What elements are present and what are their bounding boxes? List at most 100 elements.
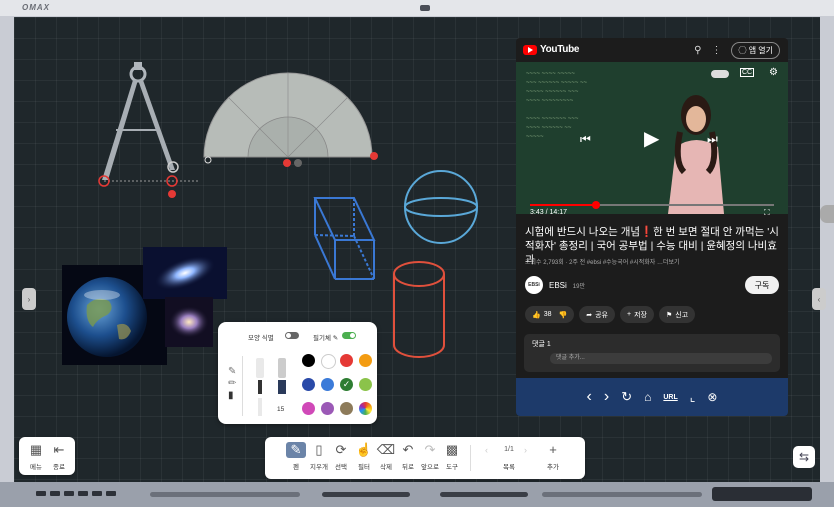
color-swatch[interactable] [321, 402, 334, 415]
cylinder-drawing [393, 261, 445, 358]
shape-recognition-toggle[interactable] [285, 332, 299, 339]
next-page-icon[interactable]: › [524, 445, 527, 455]
right-panel-handle[interactable]: ‹ [812, 288, 826, 310]
back-icon[interactable]: ‹ [587, 388, 592, 406]
right-side-knob[interactable] [820, 205, 834, 223]
galaxy-image[interactable] [143, 247, 227, 299]
pen-type-icons: ✎ ✏ ▮ [228, 366, 236, 402]
open-app-button[interactable]: ◯ 앱 열기 [731, 42, 780, 59]
clear-label: 삭제 [380, 464, 392, 471]
compass-tool[interactable] [98, 62, 200, 198]
play-icon[interactable]: ▶ [644, 126, 659, 151]
protractor-tool[interactable] [203, 72, 378, 167]
home-icon[interactable]: ⌂ [644, 390, 651, 404]
pen-pressure-toggle[interactable] [342, 332, 356, 339]
color-swatch[interactable] [302, 354, 315, 367]
add-page-button[interactable]: + 추가 [541, 442, 565, 471]
next-icon[interactable]: ⏭ [707, 132, 718, 147]
pen-size-value: 15 [277, 406, 285, 413]
plus-icon: + [627, 311, 632, 318]
toolbox-icon: ▩ [445, 442, 459, 457]
url-icon[interactable]: URL [663, 394, 677, 401]
progress-bar[interactable] [530, 201, 774, 209]
previous-icon[interactable]: ⏮ [580, 132, 591, 147]
pen-tool-button[interactable]: ✎ 펜 [284, 442, 308, 471]
browser-nav-bar: ‹ › ↻ ⌂ URL ⌞ ⊗ [516, 378, 788, 416]
color-swatch[interactable] [359, 354, 372, 367]
undo-button[interactable]: ↶ 뒤로 [396, 442, 420, 471]
color-swatch[interactable] [359, 402, 372, 415]
pen-size-1[interactable] [256, 358, 264, 378]
left-panel-handle[interactable]: › [22, 288, 36, 310]
color-swatch[interactable] [302, 378, 315, 391]
page-list-button[interactable]: 1/1 목록 [497, 442, 521, 471]
control-panel[interactable] [712, 487, 812, 501]
brush-pen-icon[interactable]: ✎ [228, 366, 236, 378]
channel-subscribers: 19만 [572, 283, 585, 290]
highlighter-icon[interactable]: ▮ [228, 390, 236, 402]
youtube-logo[interactable]: YouTube [523, 44, 580, 55]
cuboid-drawing [313, 197, 376, 280]
sphere-drawing [404, 170, 478, 244]
switch-side-button[interactable]: ⇆ [793, 446, 815, 468]
main-toolbar: ✎ 펜 ▯ 지우개 ⟳ 선택 ☝ 필터 ⌫ 삭제 ↶ 뒤로 ↷ 앞으로 ▩ 도구… [265, 437, 585, 479]
video-player[interactable]: ~~~~ ~~~~ ~~~~~ ~~~ ~~~~~~ ~~~~~ ~~ ~~~~~ … [516, 62, 788, 217]
share-button[interactable]: ➦ 공유 [579, 306, 615, 323]
subscribe-button[interactable]: 구독 [745, 276, 779, 294]
prev-page-icon[interactable]: ‹ [485, 445, 488, 455]
channel-avatar[interactable]: EBSi [525, 276, 543, 294]
pen-size-4[interactable] [278, 358, 286, 378]
share-label: 공유 [595, 311, 608, 319]
captions-button[interactable]: CC [740, 68, 755, 77]
report-button[interactable]: ⚑ 신고 [658, 306, 696, 323]
eraser-icon: ▯ [315, 442, 323, 457]
more-icon[interactable]: ⋮ [711, 45, 721, 56]
swap-icon: ⇆ [798, 450, 810, 464]
bottom-bezel [0, 482, 834, 507]
save-label: 저장 [634, 311, 647, 319]
eraser-label: 지우개 [310, 464, 328, 471]
pen-size-2[interactable] [258, 380, 262, 394]
like-button[interactable]: 👍 38 👎 [525, 306, 575, 323]
color-swatch[interactable] [359, 378, 372, 391]
menu-button[interactable]: ▦ 메뉴 [24, 442, 48, 471]
pen-size-5[interactable] [278, 380, 286, 394]
redo-button[interactable]: ↷ 앞으로 [418, 442, 442, 471]
video-meta[interactable]: 조회수 2,793회 · 2주 전 #ebsi #수능국어 #시적화자 …더보기 [525, 257, 680, 266]
pen-size-3[interactable] [258, 398, 262, 416]
touch-tool-button[interactable]: ☝ 필터 [352, 442, 376, 471]
comment-input[interactable]: 댓글 추가... [550, 353, 772, 364]
color-swatch[interactable] [340, 354, 353, 367]
nebula-image[interactable] [165, 297, 213, 347]
exit-button[interactable]: ⇤ 종료 [47, 442, 71, 471]
color-swatch[interactable] [340, 402, 353, 415]
settings-icon[interactable]: ⚙ [769, 67, 778, 78]
usb-port [64, 491, 74, 496]
color-swatch[interactable] [321, 354, 336, 369]
refresh-icon[interactable]: ↻ [621, 389, 632, 405]
youtube-window[interactable]: YouTube ⚲ ⋮ ◯ 앱 열기 ~~~~ ~~~~ ~~~~~ ~~~ ~~… [516, 38, 788, 416]
save-button[interactable]: + 저장 [620, 306, 654, 323]
thumb-down-icon[interactable]: 👎 [559, 311, 568, 319]
close-icon[interactable]: ⊗ [707, 390, 717, 404]
search-icon[interactable]: ⚲ [694, 45, 701, 56]
color-swatch[interactable] [302, 402, 315, 415]
channel-info[interactable]: EBSi EBSi 19만 [525, 276, 585, 294]
comments-section[interactable]: 댓글 1 댓글 추가... [524, 334, 780, 372]
select-tool-button[interactable]: ⟳ 선택 [329, 442, 353, 471]
autoplay-toggle[interactable] [711, 70, 729, 78]
pen-settings-popup[interactable]: 모양 식별 필기체 ✎ ✎ ✏ ▮ 15 ✓ [218, 322, 377, 424]
eraser-tool-button[interactable]: ▯ 지우개 [307, 442, 331, 471]
tools-button[interactable]: ▩ 도구 [440, 442, 464, 471]
color-swatch[interactable] [321, 378, 334, 391]
forward-icon[interactable]: › [604, 388, 609, 406]
color-swatch[interactable]: ✓ [340, 378, 353, 391]
channel-name[interactable]: EBSi [549, 281, 567, 290]
progress-handle[interactable] [591, 201, 600, 209]
thumb-up-icon: 👍 [532, 311, 541, 319]
tools-label: 도구 [446, 464, 458, 471]
crop-icon[interactable]: ⌞ [690, 390, 696, 404]
marker-pen-icon[interactable]: ✏ [228, 378, 236, 390]
clear-button[interactable]: ⌫ 삭제 [374, 442, 398, 471]
fullscreen-icon[interactable]: ⛶ [764, 208, 770, 218]
